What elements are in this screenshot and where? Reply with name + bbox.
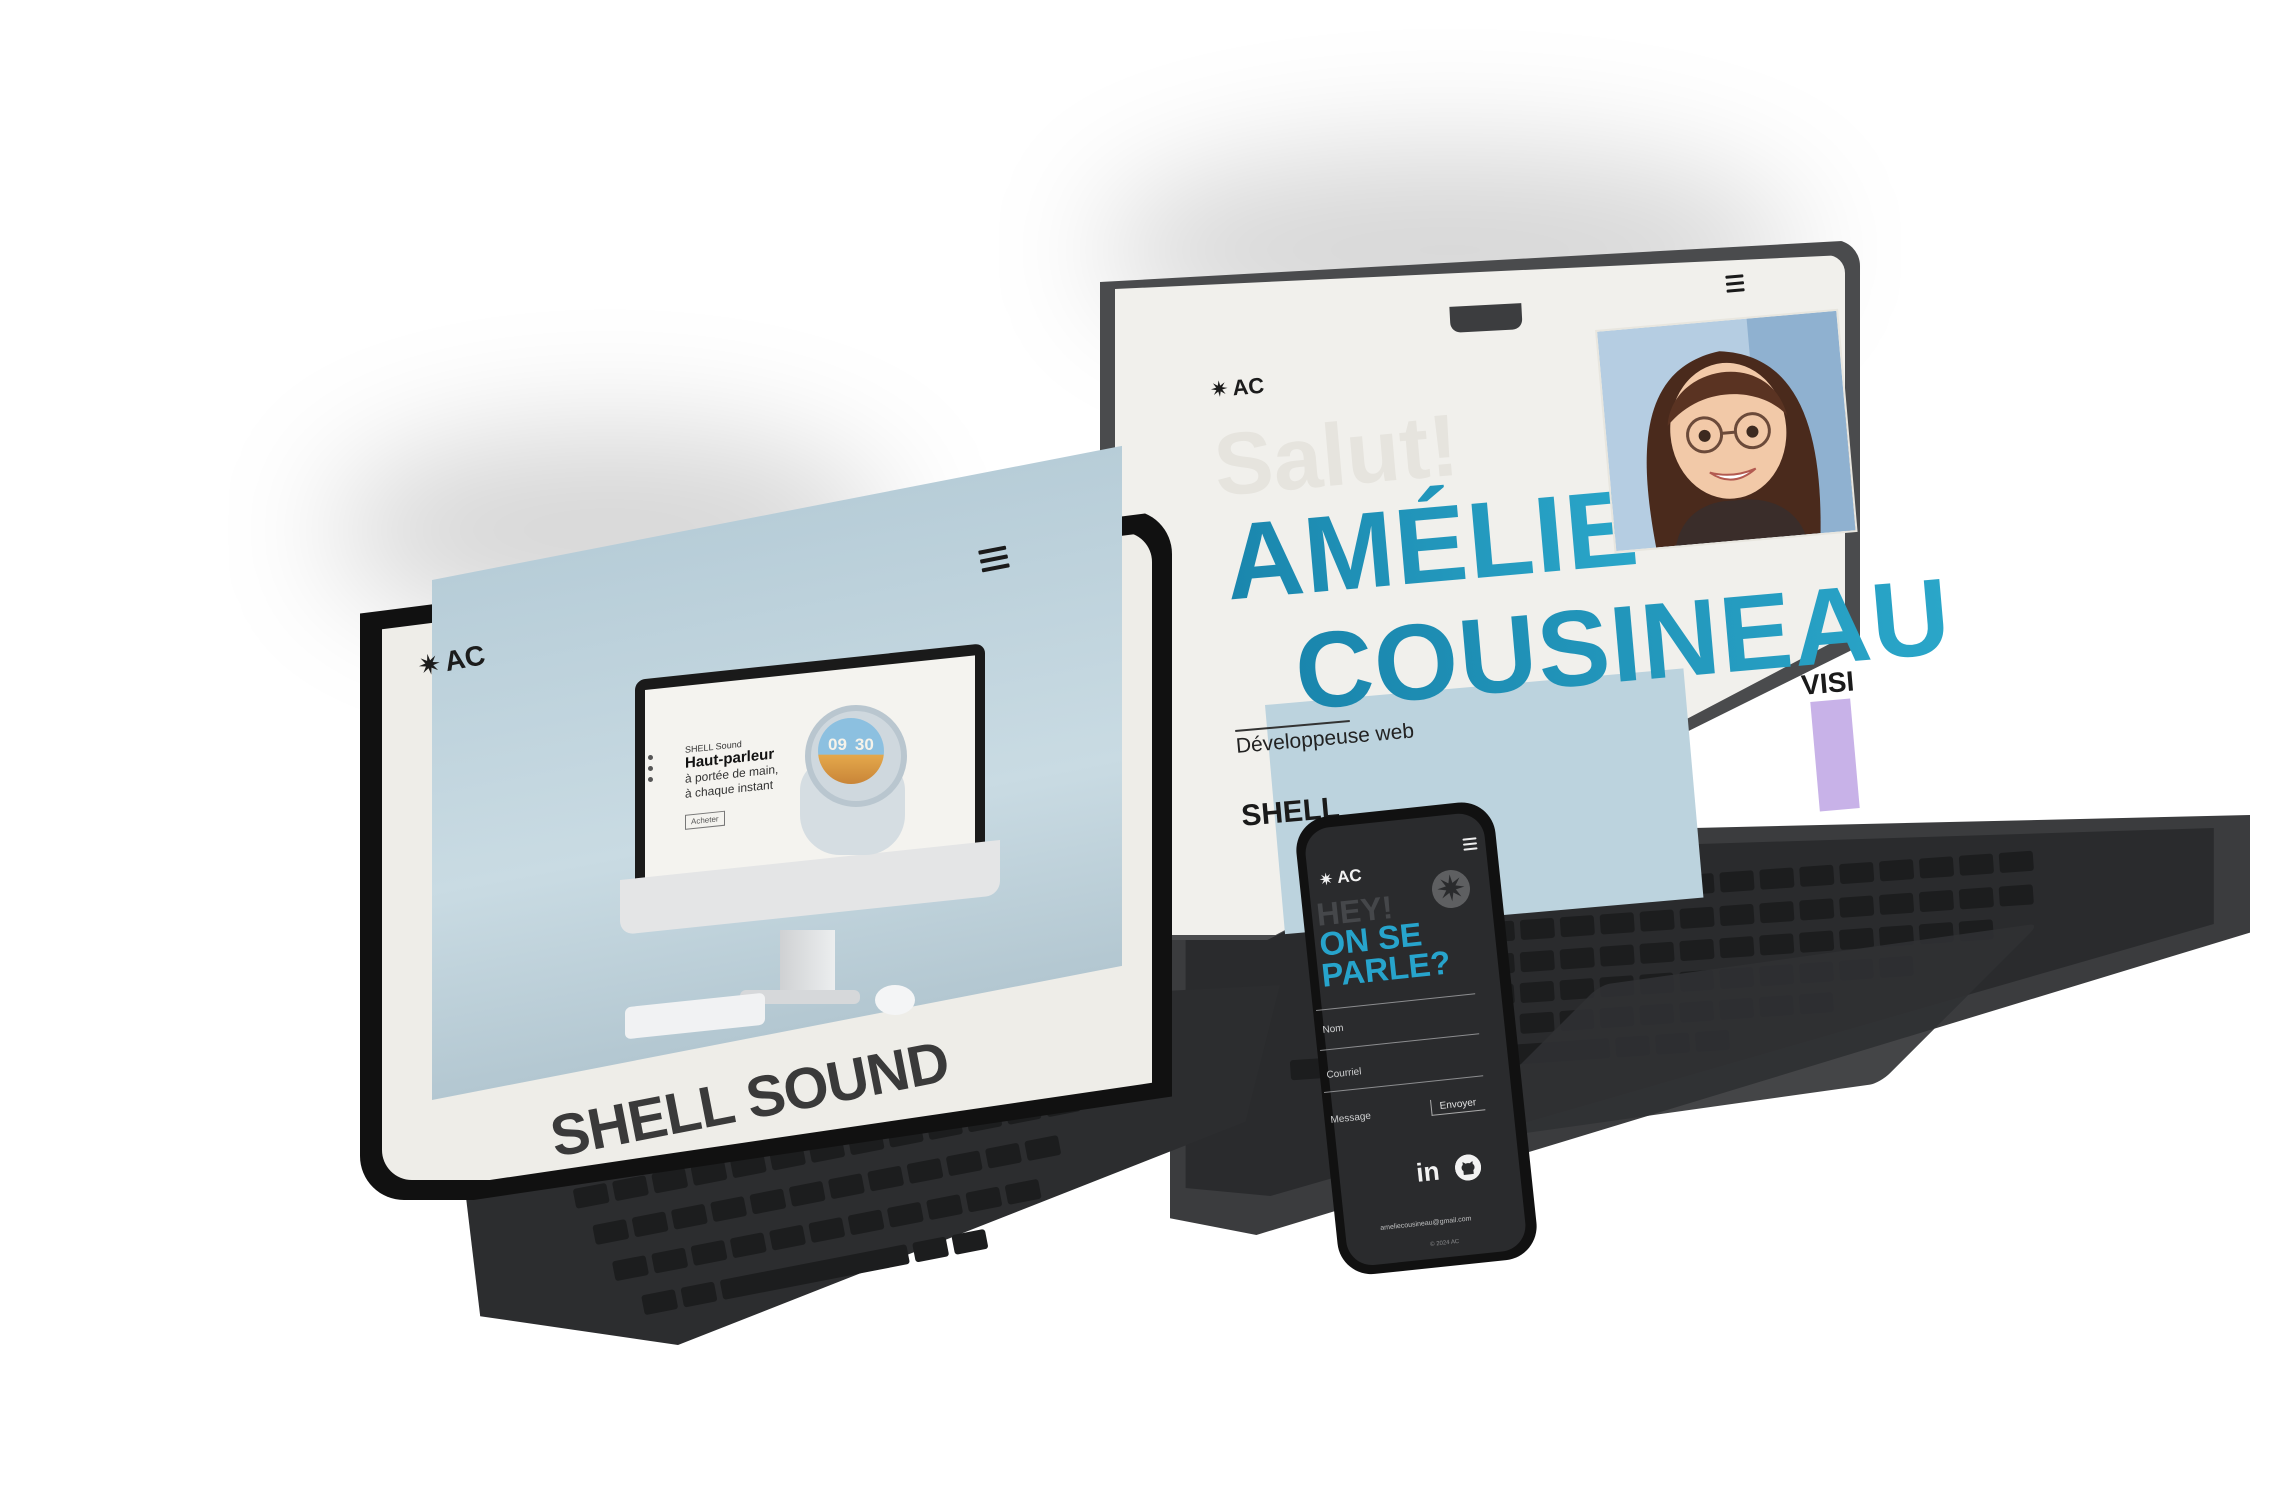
star-icon: ✷	[1318, 869, 1335, 890]
purple-accent-strip	[1810, 698, 1860, 812]
star-icon: ✷	[415, 647, 444, 683]
laptop-menu-button[interactable]	[1725, 274, 1745, 293]
clock-minutes: 30	[854, 735, 874, 754]
avatar-illustration	[1597, 310, 1856, 551]
laptop-camera-notch	[1449, 303, 1523, 333]
github-icon[interactable]	[1453, 1153, 1483, 1182]
hamburger-menu-icon	[1462, 837, 1477, 841]
laptop-site-logo[interactable]: ✷ AC	[1209, 373, 1265, 404]
star-icon: ✷	[1208, 375, 1230, 403]
section-label-partial: VISI	[1800, 665, 1856, 701]
clock-hours: 09	[828, 735, 847, 754]
avatar	[1595, 308, 1858, 554]
github-icon-glyph	[1455, 1154, 1482, 1181]
speaker-clock: 09 30	[828, 735, 874, 755]
hamburger-menu-icon	[979, 554, 1009, 564]
mockup-copy: SHELL Sound Haut-parleur à portée de mai…	[685, 735, 778, 830]
linkedin-icon[interactable]: in	[1415, 1156, 1441, 1188]
mockup-mouse	[875, 985, 915, 1015]
name-field[interactable]: Nom	[1322, 1023, 1344, 1036]
hamburger-menu-icon	[1725, 274, 1744, 279]
logo-text: AC	[1336, 865, 1363, 887]
phone-menu-button[interactable]	[1462, 837, 1478, 851]
hamburger-menu-icon	[1462, 842, 1478, 846]
mockup-dots	[648, 755, 654, 782]
logo-text: AC	[1231, 372, 1266, 401]
hamburger-menu-icon	[1725, 281, 1745, 286]
